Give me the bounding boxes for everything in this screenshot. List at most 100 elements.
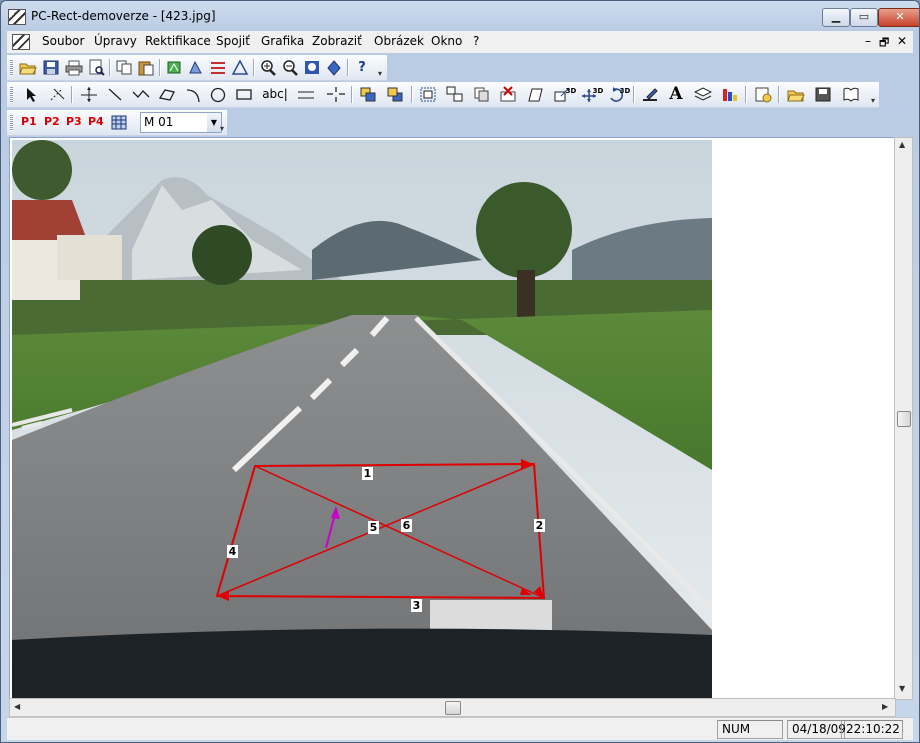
font-icon[interactable]: A bbox=[666, 85, 686, 104]
horizontal-scrollbar[interactable]: ◀ ▶ bbox=[9, 698, 896, 717]
scroll-right-icon[interactable]: ▶ bbox=[882, 702, 888, 711]
help-icon[interactable]: ? bbox=[352, 58, 372, 77]
window-title: PC-Rect-demoverze - [423.jpg] bbox=[31, 9, 216, 23]
cross-icon[interactable] bbox=[325, 85, 345, 104]
status-date: 04/18/09 bbox=[787, 720, 846, 739]
document-icon[interactable] bbox=[12, 34, 30, 50]
move-point-icon[interactable] bbox=[79, 85, 99, 104]
measurement-select[interactable]: M 01 ▼ bbox=[140, 112, 222, 133]
scroll-down-icon[interactable]: ▼ bbox=[899, 684, 905, 693]
vertical-scrollbar[interactable]: ▲ ▼ bbox=[894, 137, 913, 700]
tree-right bbox=[476, 182, 572, 278]
pen-style-icon[interactable] bbox=[640, 85, 660, 104]
scroll-up-icon[interactable]: ▲ bbox=[899, 140, 905, 149]
perspective-icon[interactable] bbox=[525, 85, 545, 104]
line-icon[interactable] bbox=[105, 85, 125, 104]
vertical-scroll-thumb[interactable] bbox=[897, 411, 911, 427]
toolbar-separator bbox=[633, 86, 635, 103]
toolbar-grip[interactable] bbox=[10, 86, 13, 103]
grid-icon[interactable] bbox=[109, 113, 129, 132]
minimize-button[interactable]: ▁ bbox=[822, 8, 850, 27]
edge-label-6: 6 bbox=[401, 519, 412, 532]
maximize-button[interactable]: ▭ bbox=[850, 8, 878, 27]
mdi-restore-button[interactable]: 🗗 bbox=[879, 34, 889, 53]
menu-soubor[interactable]: Soubor bbox=[42, 34, 84, 48]
close-button[interactable]: ✕ bbox=[878, 8, 919, 27]
print-preview-icon[interactable] bbox=[86, 58, 106, 77]
point-p2-button[interactable]: P2 bbox=[44, 115, 60, 128]
save-drawing-icon[interactable] bbox=[813, 85, 833, 104]
toolbar-overflow-icon[interactable]: ▾ bbox=[376, 69, 384, 79]
delete-icon[interactable] bbox=[498, 85, 518, 104]
menu-upravy[interactable]: Úpravy bbox=[94, 34, 137, 48]
edge-label-5: 5 bbox=[368, 521, 379, 534]
circle-icon[interactable] bbox=[208, 85, 228, 104]
edit-points-icon[interactable] bbox=[47, 85, 67, 104]
dashboard bbox=[12, 628, 712, 699]
bring-front-icon[interactable] bbox=[358, 85, 378, 104]
point-p1-button[interactable]: P1 bbox=[21, 115, 37, 128]
menu-obrazek[interactable]: Obrázek bbox=[374, 34, 424, 48]
scroll-left-icon[interactable]: ◀ bbox=[14, 702, 20, 711]
zoom-in-icon[interactable] bbox=[258, 58, 278, 77]
horizontal-scroll-thumb[interactable] bbox=[445, 701, 461, 715]
edge-label-3: 3 bbox=[411, 599, 422, 612]
open-folder-icon[interactable] bbox=[786, 85, 806, 104]
polyline-icon[interactable] bbox=[131, 85, 151, 104]
menu-bar: Soubor Úpravy Rektifikace Spojiť Grafika… bbox=[7, 31, 913, 53]
status-bar: NUM 04/18/09 22:10:22 bbox=[7, 717, 913, 740]
paste-icon[interactable] bbox=[136, 58, 156, 77]
toolbar-separator bbox=[253, 59, 255, 76]
group-icon[interactable] bbox=[418, 85, 438, 104]
save-icon[interactable] bbox=[41, 58, 61, 77]
copy-icon[interactable] bbox=[114, 58, 134, 77]
rectangle-icon[interactable] bbox=[234, 85, 254, 104]
toolbar-grip[interactable] bbox=[10, 59, 13, 76]
toolbar-separator bbox=[159, 59, 161, 76]
document-view[interactable]: 1 2 3 4 5 6 bbox=[9, 137, 896, 700]
toolbar-separator bbox=[351, 86, 353, 103]
toolbar-separator bbox=[778, 86, 780, 103]
color-icon[interactable] bbox=[720, 85, 740, 104]
menu-grafika[interactable]: Grafika bbox=[261, 34, 304, 48]
open-icon[interactable] bbox=[18, 58, 38, 77]
point-p3-button[interactable]: P3 bbox=[66, 115, 82, 128]
library-icon[interactable] bbox=[841, 85, 861, 104]
app-icon[interactable] bbox=[8, 9, 26, 25]
polygon-icon[interactable] bbox=[157, 85, 177, 104]
mdi-close-button[interactable]: ✕ bbox=[897, 34, 907, 48]
toolbar-overflow-icon[interactable]: ▾ bbox=[869, 96, 877, 106]
photo-canvas[interactable] bbox=[12, 140, 712, 699]
print-icon[interactable] bbox=[64, 58, 84, 77]
send-back-icon[interactable] bbox=[385, 85, 405, 104]
title-bar[interactable]: PC-Rect-demoverze - [423.jpg] ▁ ▭ ✕ bbox=[1, 1, 919, 31]
zoom-region-icon[interactable] bbox=[324, 58, 344, 77]
toolbar-overflow-icon[interactable]: ▾ bbox=[218, 124, 226, 134]
rectify-2-icon[interactable] bbox=[186, 58, 206, 77]
properties-icon[interactable] bbox=[753, 85, 773, 104]
dimension-icon[interactable] bbox=[296, 85, 316, 104]
menu-help[interactable]: ? bbox=[473, 34, 479, 48]
rectify-4-icon[interactable] bbox=[230, 58, 250, 77]
toolbar-grip[interactable] bbox=[10, 114, 13, 131]
menu-zobrazit[interactable]: Zobraziť bbox=[312, 34, 362, 48]
text-tool-icon[interactable]: abc| bbox=[259, 85, 291, 104]
layers-icon[interactable] bbox=[693, 85, 713, 104]
tree-left bbox=[192, 225, 252, 285]
rectify-3-icon[interactable] bbox=[208, 58, 228, 77]
zoom-out-icon[interactable] bbox=[280, 58, 300, 77]
zoom-fit-icon[interactable] bbox=[302, 58, 322, 77]
measurement-select-value: M 01 bbox=[144, 115, 174, 129]
select-arrow-icon[interactable] bbox=[22, 85, 42, 104]
badge-3d: 3D bbox=[592, 87, 604, 95]
duplicate-icon[interactable] bbox=[472, 85, 492, 104]
menu-spojit[interactable]: Spojiť bbox=[216, 34, 250, 48]
point-p4-button[interactable]: P4 bbox=[88, 115, 104, 128]
menu-rektifikace[interactable]: Rektifikace bbox=[145, 34, 211, 48]
menu-okno[interactable]: Okno bbox=[431, 34, 462, 48]
mdi-minimize-button[interactable]: – bbox=[865, 34, 871, 48]
arc-icon[interactable] bbox=[183, 85, 203, 104]
status-time: 22:10:22 bbox=[841, 720, 903, 739]
rectify-icon[interactable] bbox=[164, 58, 184, 77]
ungroup-icon[interactable] bbox=[445, 85, 465, 104]
